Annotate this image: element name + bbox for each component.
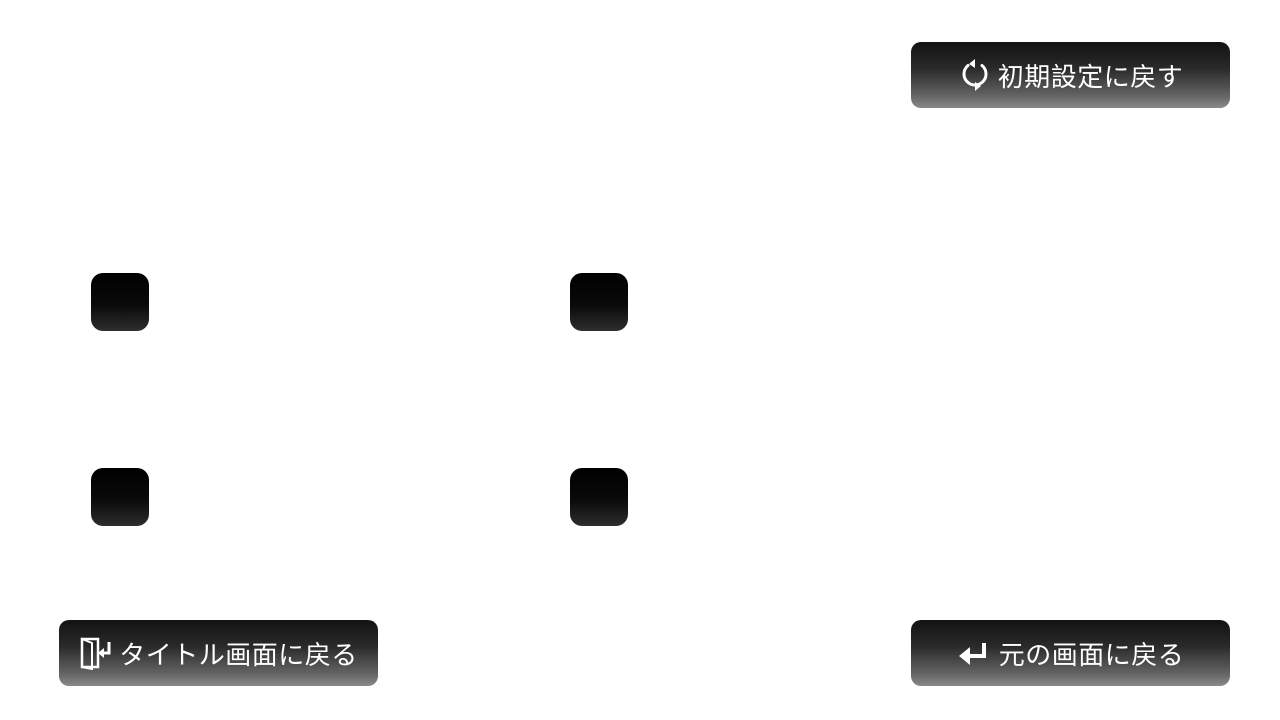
option-checkbox-3[interactable] [91,468,149,526]
settings-screen: 初期設定に戻す タイトル画面に戻る 元の画面に戻る [0,0,1280,720]
title-screen-button[interactable]: タイトル画面に戻る [59,620,378,686]
option-checkbox-4[interactable] [570,468,628,526]
option-checkbox-1[interactable] [91,273,149,331]
exit-door-icon [79,636,113,670]
title-screen-label: タイトル画面に戻る [119,640,358,671]
reset-defaults-button[interactable]: 初期設定に戻す [911,42,1230,108]
back-button[interactable]: 元の画面に戻る [911,620,1230,686]
return-arrow-icon [957,639,989,667]
option-checkbox-2[interactable] [570,273,628,331]
back-label: 元の画面に戻る [998,640,1185,671]
reset-defaults-label: 初期設定に戻す [997,62,1184,93]
refresh-icon [958,56,992,94]
